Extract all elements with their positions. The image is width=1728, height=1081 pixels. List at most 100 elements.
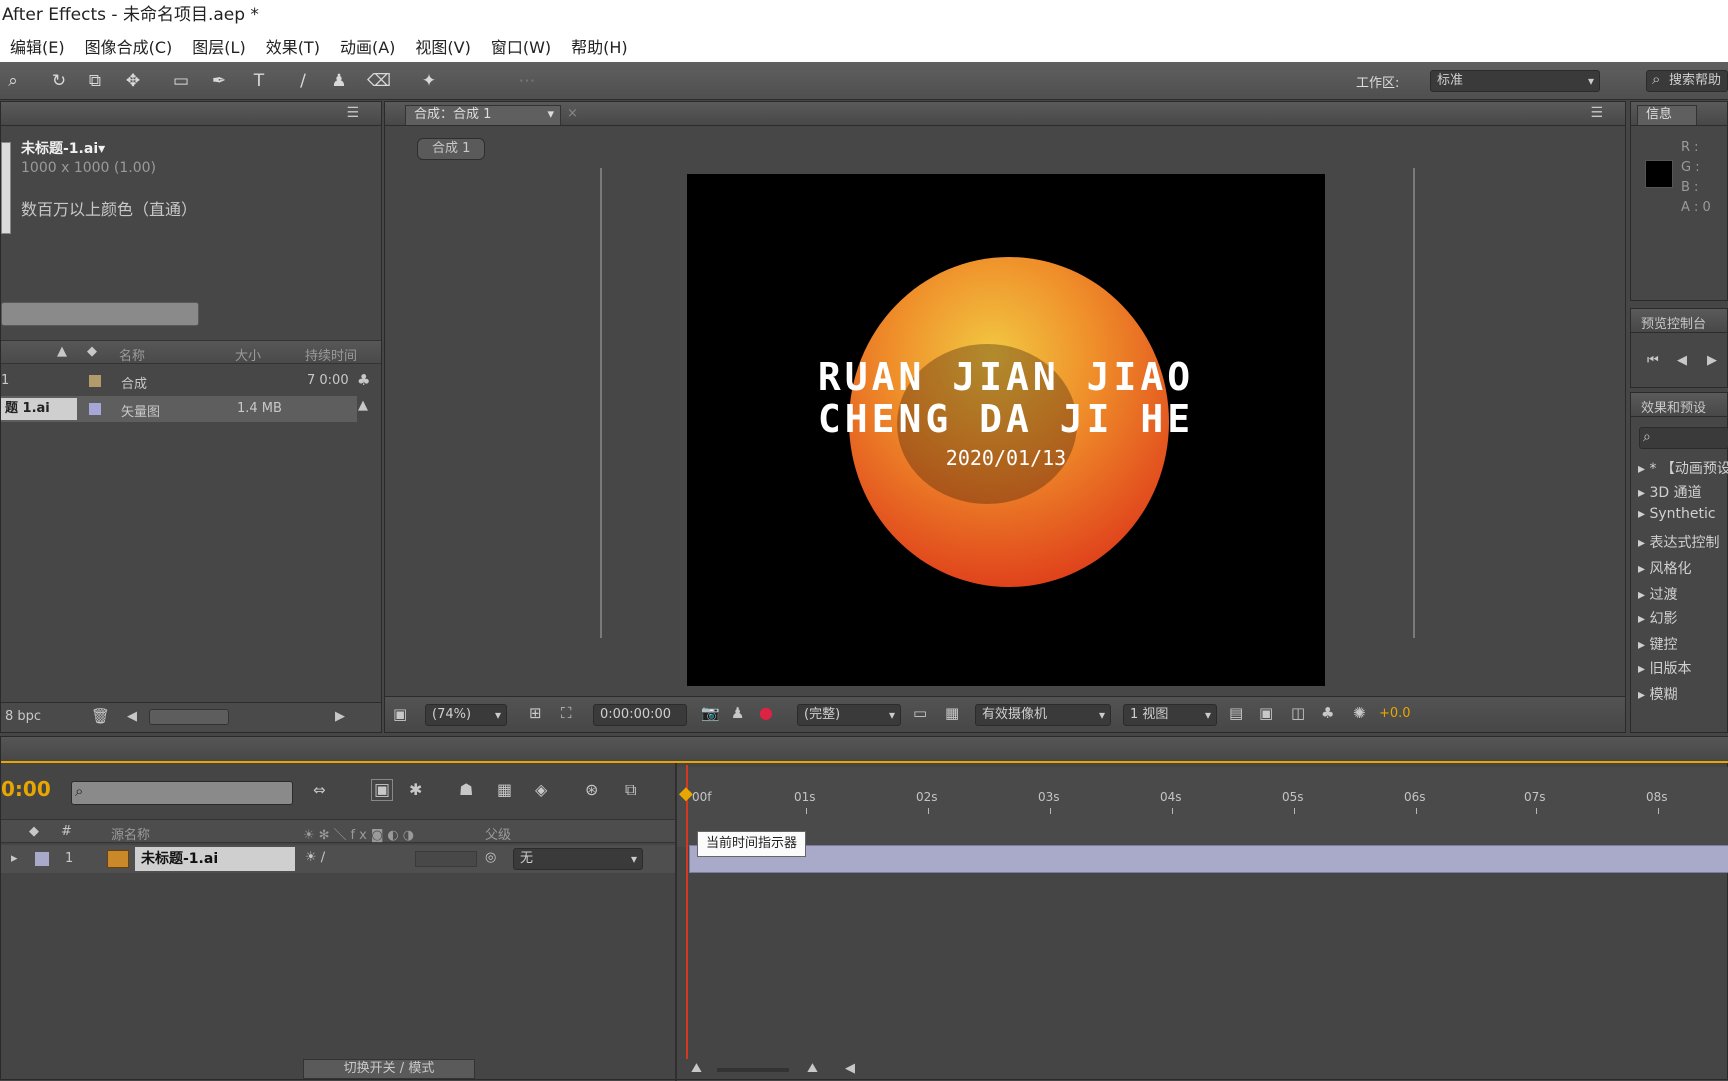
axis-mode-icons[interactable]: ⋯	[514, 69, 540, 93]
exposure-value[interactable]: +0.0	[1379, 706, 1411, 721]
prev-frame-icon[interactable]: ◀	[1677, 353, 1687, 368]
layer-switches[interactable]	[415, 851, 477, 867]
layer-name[interactable]: 未标题-1.ai	[135, 847, 295, 871]
menu-help[interactable]: 帮助(H)	[561, 34, 638, 58]
effects-category[interactable]: ▸ 键控	[1638, 634, 1677, 654]
close-tab-icon[interactable]: ×	[567, 106, 578, 121]
play-icon[interactable]: ▶	[1707, 353, 1717, 368]
pickwhip-icon[interactable]: ◎	[485, 850, 496, 865]
brush-tool-icon[interactable]: ∕	[290, 69, 316, 93]
flowchart-icon[interactable]: ♣	[1321, 704, 1334, 722]
effects-category[interactable]: ▸ 过渡	[1638, 584, 1677, 604]
zoom-tool-icon[interactable]: ⌕	[0, 69, 26, 93]
trash-icon[interactable]: 🗑	[91, 707, 110, 725]
timeline-search-input[interactable]	[71, 781, 293, 805]
menu-view[interactable]: 视图(V)	[405, 34, 480, 58]
horizontal-scroll-thumb[interactable]	[149, 709, 229, 725]
effects-category[interactable]: ▸ 旧版本	[1638, 658, 1691, 678]
text-tool-icon[interactable]: T	[246, 69, 272, 93]
expand-arrow-icon[interactable]: ▸	[11, 851, 18, 866]
workspace-dropdown[interactable]: 标准	[1430, 70, 1600, 92]
comp-mini-flowchart-icon[interactable]: ⇔	[313, 781, 326, 799]
region-of-interest-icon[interactable]: ▭	[913, 704, 927, 722]
zoom-out-icon[interactable]: ⛰	[691, 1061, 702, 1076]
column-parent[interactable]: 父级	[485, 824, 511, 843]
timeline-icon[interactable]: ◫	[1291, 704, 1305, 722]
frame-blending-icon[interactable]: ▦	[497, 780, 512, 799]
timecode-field[interactable]: 0:00:00:00	[593, 704, 687, 726]
sort-arrow-icon[interactable]: ▲	[57, 344, 67, 359]
effects-category[interactable]: ▸ 表达式控制	[1638, 532, 1719, 552]
effects-category[interactable]: ▸ * 【动画预设】	[1638, 458, 1728, 478]
toggle-pixel-icon[interactable]: ▤	[1229, 704, 1243, 722]
tab-info[interactable]: 信息	[1637, 105, 1697, 125]
playhead-handle-icon[interactable]: ◆	[679, 783, 693, 804]
menu-layer[interactable]: 图层(L)	[182, 34, 255, 58]
label-tag-icon[interactable]: ◆	[87, 344, 97, 359]
grid-icon[interactable]: ⊞	[529, 704, 542, 722]
snapshot-icon[interactable]: 📷	[701, 704, 720, 722]
effects-category[interactable]: ▸ 幻影	[1638, 608, 1677, 628]
project-search-input[interactable]	[1, 302, 199, 326]
flowchart-icon[interactable]: ♣	[357, 371, 370, 389]
effects-category[interactable]: ▸ Synthetic	[1638, 506, 1716, 522]
motion-blur-icon[interactable]: ◈	[535, 780, 547, 799]
switches-header-icons[interactable]: ☀✻＼fx◙◐◑	[303, 824, 418, 843]
playhead-line[interactable]	[686, 765, 688, 1059]
timeline-layer-row[interactable]: ▸ 1 未标题-1.ai ☀ ∕ ◎ 无	[1, 845, 677, 873]
column-duration[interactable]: 持续时间	[305, 345, 357, 364]
column-size[interactable]: 大小	[235, 345, 261, 364]
exposure-icon[interactable]: ✺	[1353, 704, 1366, 722]
menu-composition[interactable]: 图像合成(C)	[75, 34, 183, 58]
magnification-dropdown[interactable]: (74%)	[425, 704, 507, 726]
bpc-indicator[interactable]: 8 bpc	[5, 709, 41, 724]
label-color-swatch[interactable]	[35, 852, 49, 866]
resolution-dropdown[interactable]: (完整)	[797, 704, 901, 726]
collapse-transformations-icon[interactable]: ☀ ∕	[305, 850, 325, 865]
always-preview-icon[interactable]: ▣	[393, 705, 407, 723]
camera-tool-icon[interactable]: ⧉	[82, 69, 108, 93]
effects-category[interactable]: ▸ 模糊	[1638, 684, 1677, 704]
clone-stamp-tool-icon[interactable]: ♟	[326, 69, 352, 93]
comp-breadcrumb[interactable]: 合成 1	[417, 138, 486, 160]
rectangle-tool-icon[interactable]: ▭	[168, 69, 194, 93]
scroll-left-icon[interactable]: ◀	[127, 709, 137, 724]
label-tag-icon[interactable]: ◆	[29, 824, 39, 839]
tab-composition[interactable]: 合成：合成 1 ▾	[405, 105, 561, 125]
pen-tool-icon[interactable]: ✒	[206, 69, 232, 93]
scroll-left-icon[interactable]: ◀	[845, 1061, 855, 1076]
index-icon[interactable]: #	[61, 824, 72, 839]
menu-animation[interactable]: 动画(A)	[330, 34, 405, 58]
effects-tab[interactable]: 效果和预设	[1641, 397, 1706, 416]
comp-viewer-canvas[interactable]: RUAN JIAN JIAO CHENG DA JI HE 2020/01/13	[687, 174, 1325, 686]
current-time-display[interactable]: 0:00	[1, 777, 51, 801]
brainstorm-icon[interactable]: ⧉	[625, 780, 636, 800]
zoom-in-icon[interactable]: ⛰	[807, 1061, 818, 1076]
panel-menu-icon[interactable]: ☰	[1590, 105, 1603, 121]
graph-editor-icon[interactable]: ⊛	[585, 780, 598, 799]
toggle-switches-modes-button[interactable]: 切换开关 / 模式	[303, 1059, 475, 1079]
eraser-tool-icon[interactable]: ⌫	[366, 69, 392, 93]
time-ruler[interactable]	[677, 767, 1728, 847]
views-dropdown[interactable]: 1 视图	[1123, 704, 1217, 726]
project-item-row[interactable]: 题 1.ai 矢量图 1.4 MB	[1, 396, 357, 422]
chevron-down-icon[interactable]: ▾	[547, 106, 554, 124]
column-source-name[interactable]: 源名称	[111, 824, 150, 843]
menu-window[interactable]: 窗口(W)	[481, 34, 561, 58]
mask-visibility-icon[interactable]: ⛶	[561, 704, 572, 722]
effects-search-input[interactable]	[1639, 427, 1728, 449]
fast-preview-icon[interactable]: ▣	[1259, 704, 1273, 722]
layer-duration-bar[interactable]	[689, 845, 1728, 873]
parent-dropdown[interactable]: 无	[513, 848, 643, 870]
show-snapshot-icon[interactable]: ♟	[731, 704, 744, 722]
preview-tab[interactable]: 预览控制台	[1641, 313, 1706, 332]
scroll-right-icon[interactable]: ▶	[335, 709, 345, 724]
menu-edit[interactable]: 编辑(E)	[0, 34, 75, 58]
scroll-up-icon[interactable]: ▲	[358, 398, 368, 413]
camera-dropdown[interactable]: 有效摄像机	[975, 704, 1111, 726]
draft-3d-icon[interactable]: ✱	[409, 780, 422, 799]
hide-shy-layers-icon[interactable]: ☗	[459, 780, 473, 799]
effects-category[interactable]: ▸ 风格化	[1638, 558, 1691, 578]
pan-behind-tool-icon[interactable]: ✥	[120, 69, 146, 93]
effects-category[interactable]: ▸ 3D 通道	[1638, 482, 1702, 502]
